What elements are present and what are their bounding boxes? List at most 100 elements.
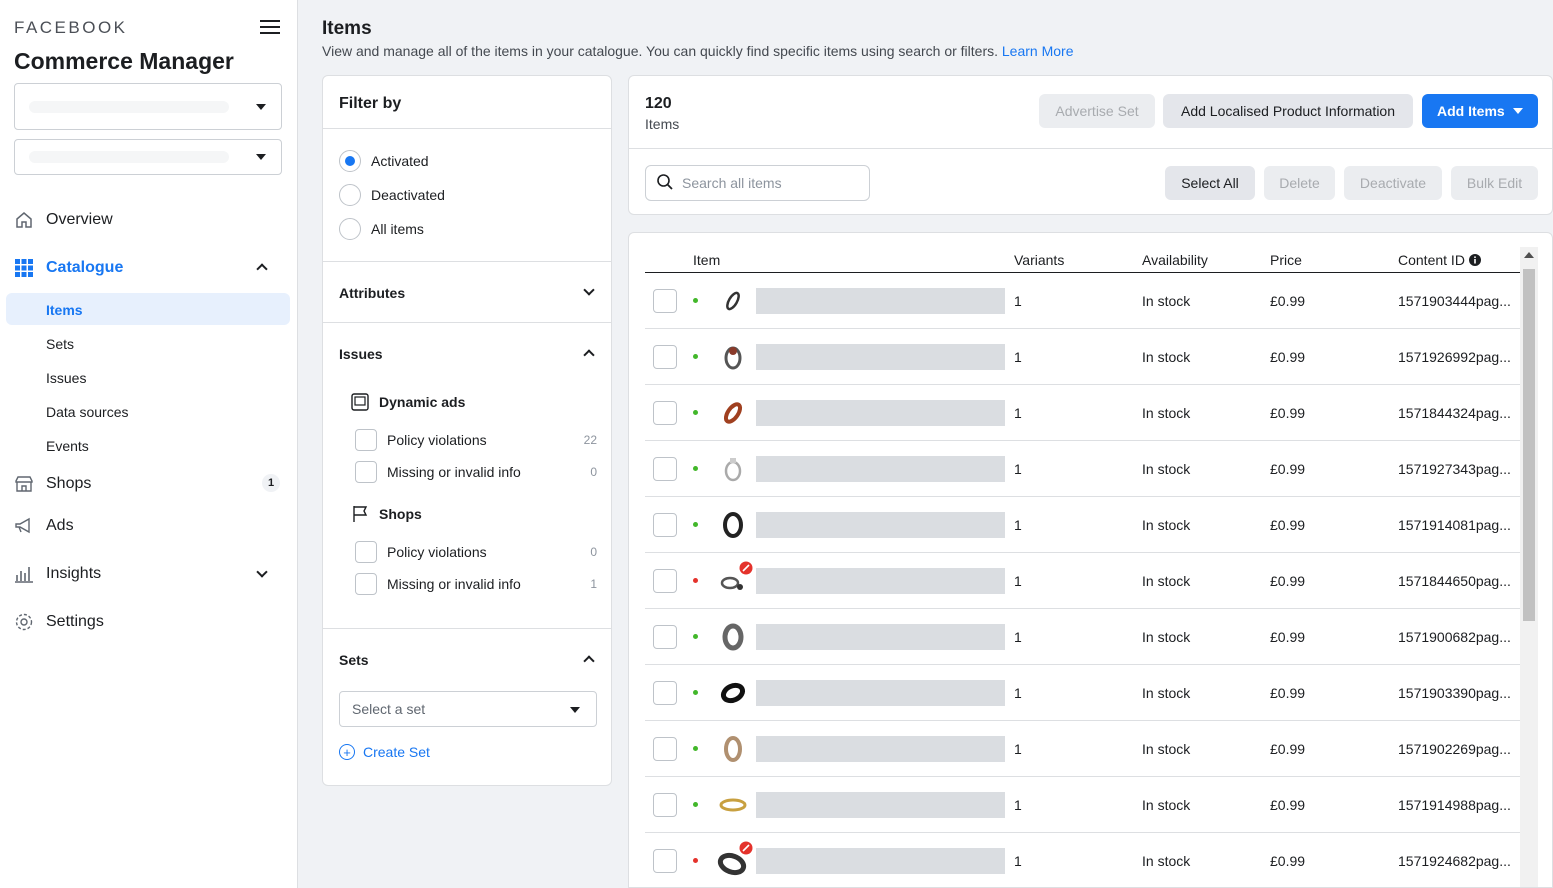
table-row[interactable]: 1 In stock £0.99 1571902269pag... [645, 721, 1521, 777]
info-icon[interactable] [1468, 254, 1481, 266]
table-row[interactable]: 1 In stock £0.99 1571844650pag... [645, 553, 1521, 609]
row-checkbox[interactable] [653, 513, 677, 537]
sub-nav-sets[interactable]: Sets [46, 336, 74, 352]
radio-selected[interactable] [339, 150, 361, 172]
learn-more-link[interactable]: Learn More [1002, 43, 1074, 59]
hamburger-menu-icon[interactable] [260, 16, 280, 36]
row-checkbox[interactable] [653, 793, 677, 817]
table-row[interactable]: 1 In stock £0.99 1571903444pag... [645, 273, 1521, 329]
column-header-content-id[interactable]: Content ID [1398, 252, 1481, 268]
shops-policy-violations[interactable]: Policy violations 0 [355, 541, 597, 563]
chevron-down-icon[interactable] [256, 566, 268, 578]
deactivate-button[interactable]: Deactivate [1344, 166, 1442, 200]
sub-nav-issues[interactable]: Issues [46, 370, 86, 386]
row-checkbox[interactable] [653, 737, 677, 761]
redacted-product-name[interactable] [756, 568, 1005, 594]
product-thumbnail[interactable] [717, 621, 749, 653]
product-thumbnail[interactable] [717, 733, 749, 765]
redacted-product-name[interactable] [756, 736, 1005, 762]
add-items-button[interactable]: Add Items [1422, 94, 1538, 128]
status-radio-all-items[interactable]: All items [339, 218, 424, 240]
product-thumbnail[interactable] [717, 397, 749, 429]
status-radio-activated[interactable]: Activated [339, 150, 429, 172]
table-row[interactable]: 1 In stock £0.99 1571844324pag... [645, 385, 1521, 441]
table-row[interactable]: 1 In stock £0.99 1571914081pag... [645, 497, 1521, 553]
scrollbar-thumb[interactable] [1523, 269, 1535, 621]
nav-catalogue[interactable]: Catalogue [14, 258, 123, 278]
catalogue-selector[interactable] [14, 139, 282, 175]
chevron-down-icon[interactable] [583, 284, 595, 296]
product-thumbnail[interactable] [717, 561, 753, 597]
row-checkbox[interactable] [653, 345, 677, 369]
redacted-product-name[interactable] [756, 512, 1005, 538]
table-row[interactable]: 1 In stock £0.99 1571900682pag... [645, 609, 1521, 665]
advertise-set-button[interactable]: Advertise Set [1039, 94, 1155, 128]
search-input[interactable] [682, 175, 862, 191]
row-checkbox[interactable] [653, 401, 677, 425]
column-header-variants[interactable]: Variants [1014, 252, 1064, 268]
column-header-item[interactable]: Item [693, 252, 720, 268]
sets-section-header[interactable]: Sets [339, 652, 369, 668]
redacted-product-name[interactable] [756, 400, 1005, 426]
row-checkbox[interactable] [653, 681, 677, 705]
chevron-up-icon[interactable] [256, 263, 268, 275]
add-localised-info-button[interactable]: Add Localised Product Information [1163, 94, 1413, 128]
chevron-up-icon[interactable] [583, 655, 595, 667]
redacted-product-name[interactable] [756, 680, 1005, 706]
row-checkbox[interactable] [653, 457, 677, 481]
nav-overview[interactable]: Overview [14, 210, 113, 230]
business-selector[interactable] [14, 83, 282, 130]
redacted-product-name[interactable] [756, 624, 1005, 650]
nav-settings[interactable]: Settings [14, 612, 104, 632]
product-thumbnail[interactable] [717, 841, 753, 877]
sub-nav-data-sources[interactable]: Data sources [46, 404, 128, 420]
product-thumbnail[interactable] [717, 341, 749, 373]
delete-button[interactable]: Delete [1264, 166, 1335, 200]
checkbox[interactable] [355, 541, 377, 563]
redacted-product-name[interactable] [756, 456, 1005, 482]
status-radio-deactivated[interactable]: Deactivated [339, 184, 445, 206]
nav-ads[interactable]: Ads [14, 516, 74, 536]
nav-insights[interactable]: Insights [14, 564, 101, 584]
set-select-dropdown[interactable]: Select a set [339, 691, 597, 727]
scroll-up-arrow-icon[interactable] [1524, 252, 1534, 258]
table-row[interactable]: 1 In stock £0.99 1571927343pag... [645, 441, 1521, 497]
attributes-section-header[interactable]: Attributes [339, 285, 405, 301]
nav-shops[interactable]: Shops [14, 474, 91, 494]
redacted-product-name[interactable] [756, 848, 1005, 874]
column-header-price[interactable]: Price [1270, 252, 1302, 268]
product-thumbnail[interactable] [717, 789, 749, 821]
radio-unselected[interactable] [339, 184, 361, 206]
row-checkbox[interactable] [653, 625, 677, 649]
row-checkbox[interactable] [653, 289, 677, 313]
sub-nav-events[interactable]: Events [46, 438, 89, 454]
redacted-product-name[interactable] [756, 344, 1005, 370]
product-thumbnail[interactable] [717, 453, 749, 485]
checkbox[interactable] [355, 573, 377, 595]
row-checkbox[interactable] [653, 849, 677, 873]
dynamic-ads-missing-info[interactable]: Missing or invalid info 0 [355, 461, 597, 483]
shops-missing-info[interactable]: Missing or invalid info 1 [355, 573, 597, 595]
column-header-availability[interactable]: Availability [1142, 252, 1208, 268]
radio-unselected[interactable] [339, 218, 361, 240]
select-all-button[interactable]: Select All [1165, 166, 1255, 200]
bulk-edit-button[interactable]: Bulk Edit [1451, 166, 1538, 200]
table-row[interactable]: 1 In stock £0.99 1571926992pag... [645, 329, 1521, 385]
product-thumbnail[interactable] [717, 509, 749, 541]
search-box[interactable] [645, 165, 870, 201]
row-checkbox[interactable] [653, 569, 677, 593]
chevron-up-icon[interactable] [583, 349, 595, 361]
table-row[interactable]: 1 In stock £0.99 1571924682pag... [645, 833, 1521, 887]
sub-nav-items[interactable]: Items [46, 302, 83, 318]
checkbox[interactable] [355, 461, 377, 483]
product-thumbnail[interactable] [717, 285, 749, 317]
redacted-product-name[interactable] [756, 792, 1005, 818]
redacted-product-name[interactable] [756, 288, 1005, 314]
product-thumbnail[interactable] [717, 677, 749, 709]
create-set-button[interactable]: + Create Set [339, 744, 430, 760]
table-row[interactable]: 1 In stock £0.99 1571903390pag... [645, 665, 1521, 721]
checkbox[interactable] [355, 429, 377, 451]
table-row[interactable]: 1 In stock £0.99 1571914988pag... [645, 777, 1521, 833]
issues-section-header[interactable]: Issues [339, 346, 383, 362]
vertical-scrollbar[interactable] [1520, 247, 1538, 887]
